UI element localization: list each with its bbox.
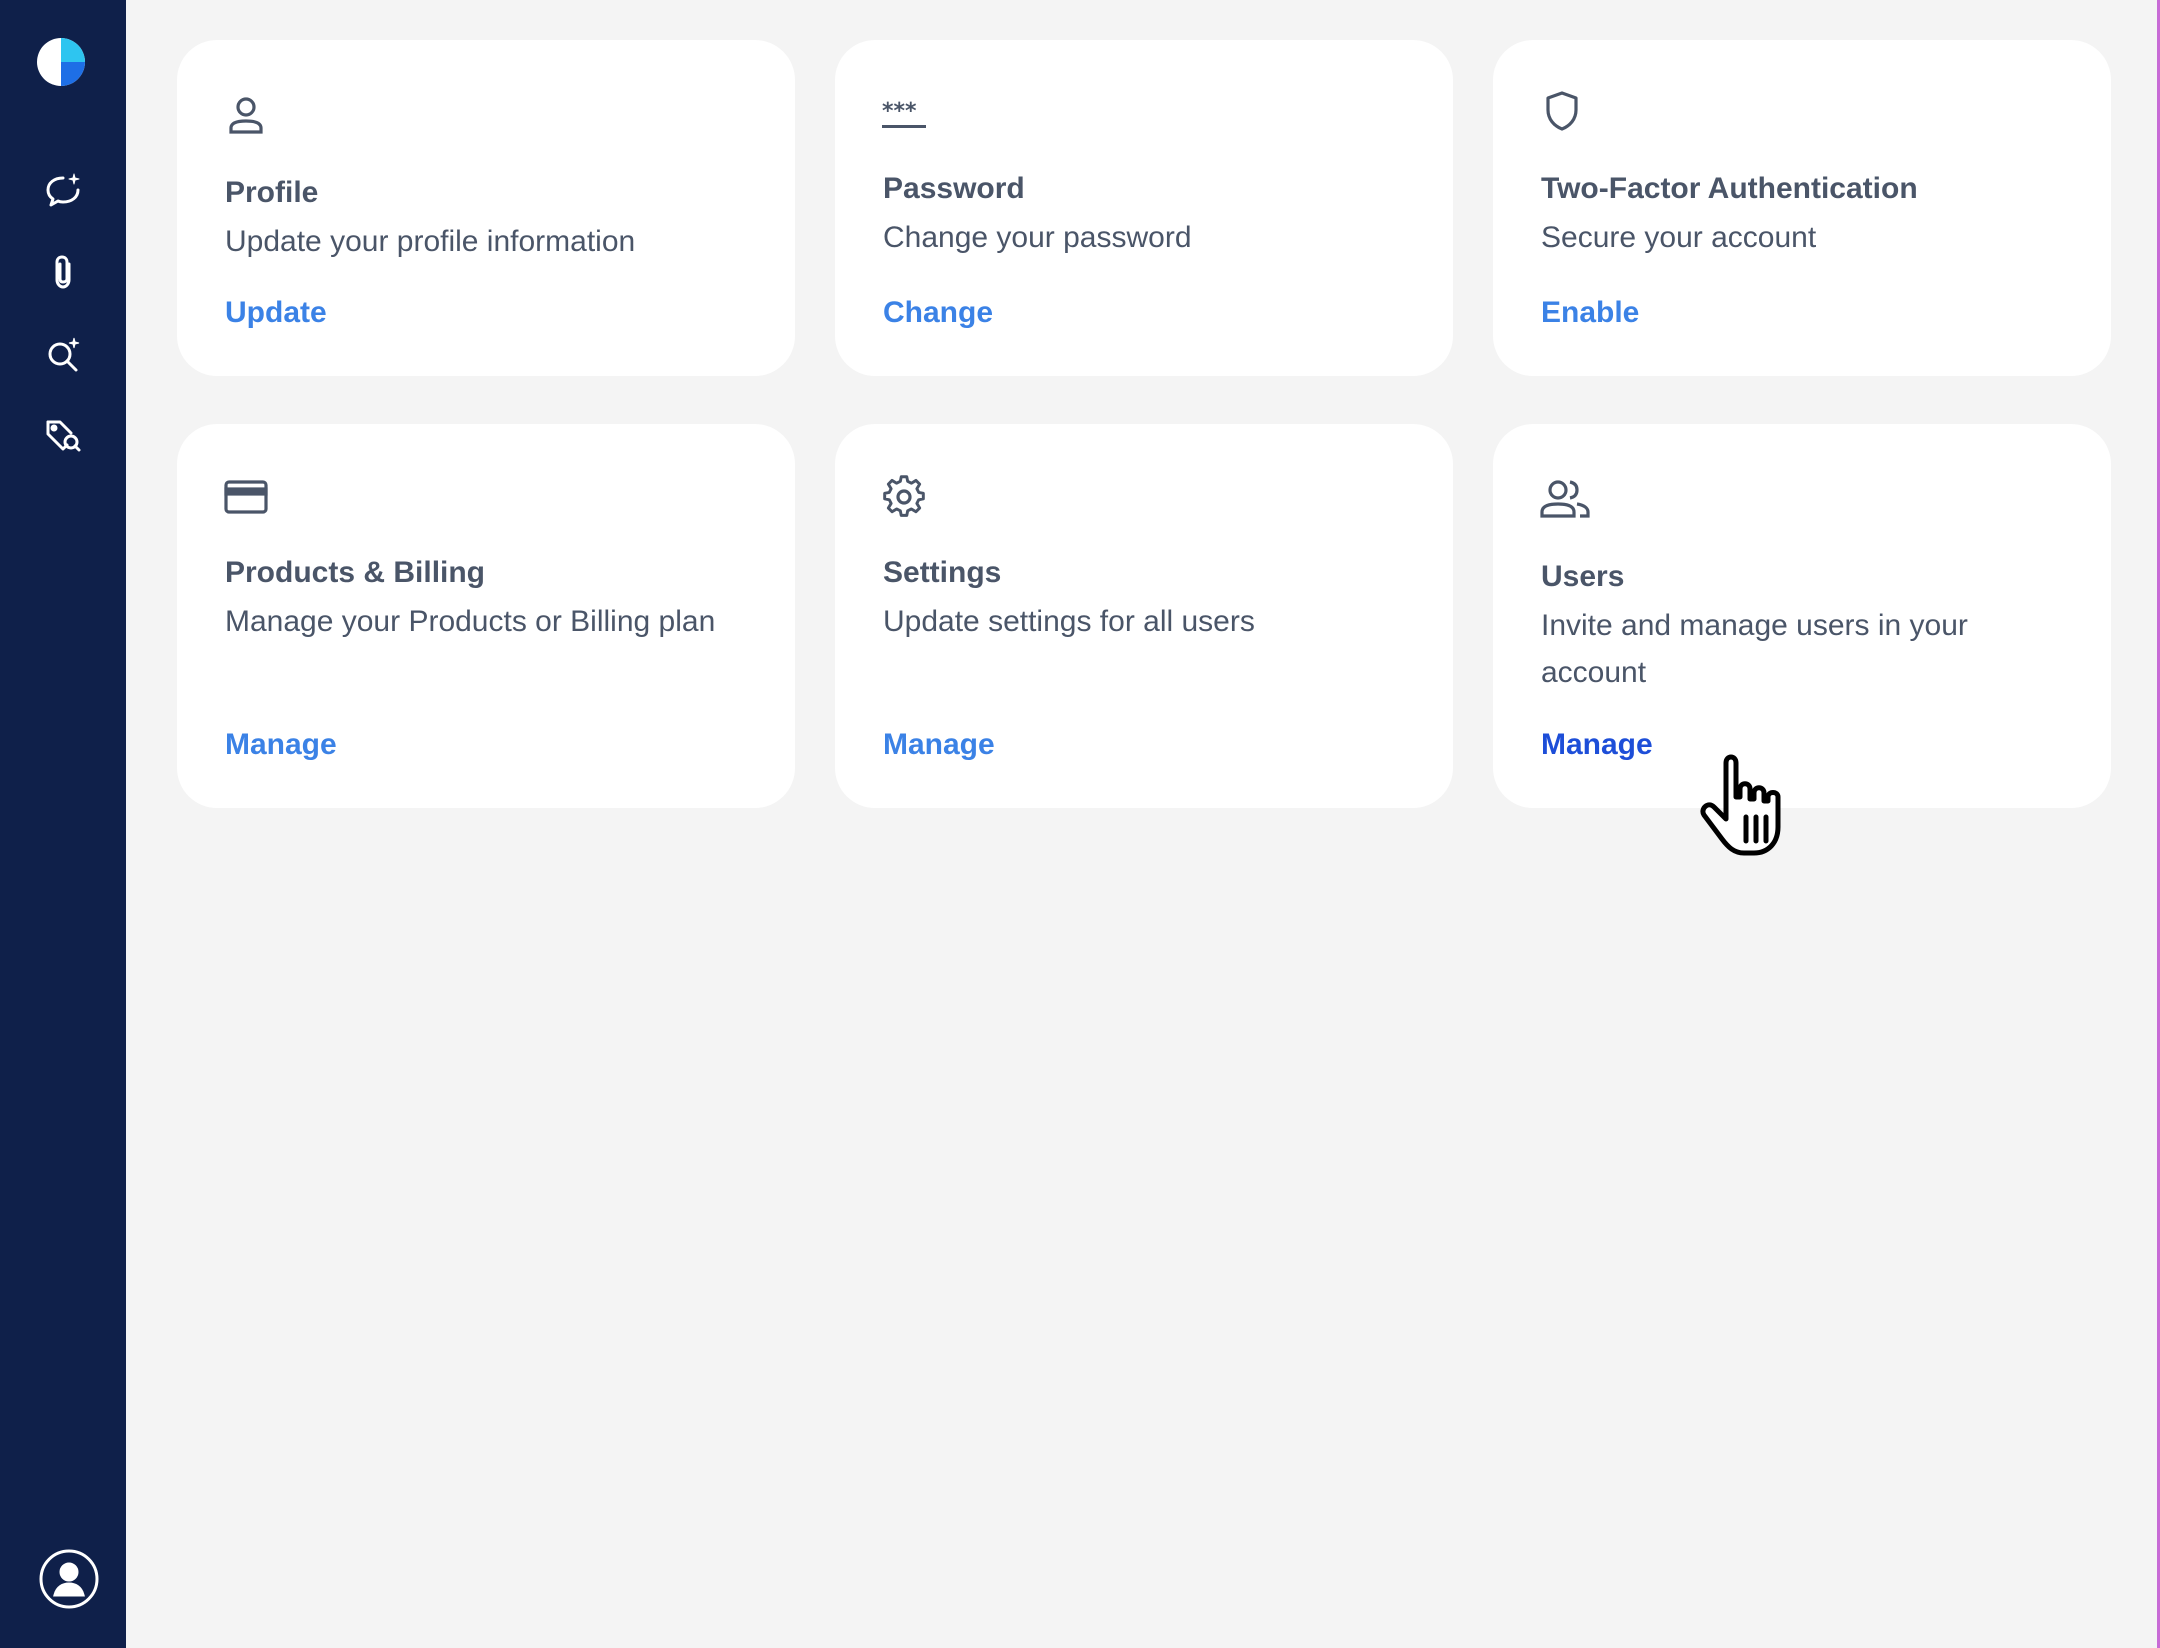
- sidebar: [0, 0, 126, 1648]
- search-sparkle-icon[interactable]: [36, 327, 90, 381]
- card-description: Secure your account: [1541, 221, 1817, 254]
- card-description: Update settings for all users: [883, 605, 1255, 638]
- paperclip-icon[interactable]: [36, 245, 90, 299]
- chat-sparkle-icon[interactable]: [36, 163, 90, 217]
- account-avatar-icon[interactable]: [38, 1548, 100, 1610]
- manage-settings-link[interactable]: Manage: [883, 728, 995, 762]
- main-content: Profile Update your profile information …: [126, 0, 2160, 1648]
- users-icon: [1540, 480, 1590, 518]
- card-title: Two-Factor Authentication: [1541, 172, 1918, 205]
- tag-search-icon[interactable]: [36, 409, 90, 463]
- manage-billing-link[interactable]: Manage: [225, 728, 337, 762]
- card-description: Invite and manage users in your account: [1541, 609, 1968, 689]
- card-description: Manage your Products or Billing plan: [225, 605, 716, 638]
- card-title: Products & Billing: [225, 556, 486, 589]
- shield-icon: [1546, 91, 1578, 131]
- password-icon: ***: [882, 99, 926, 128]
- person-icon: [229, 97, 263, 134]
- profile-card: Profile Update your profile information …: [177, 40, 795, 376]
- password-card: *** Password Change your password Change: [835, 40, 1453, 376]
- two-factor-card: Two-Factor Authentication Secure your ac…: [1493, 40, 2111, 376]
- card-title: Settings: [883, 556, 1002, 589]
- products-billing-card: Products & Billing Manage your Products …: [177, 424, 795, 808]
- card-description: Change your password: [883, 221, 1192, 254]
- card-title: Password: [883, 172, 1025, 205]
- update-profile-link[interactable]: Update: [225, 296, 327, 330]
- card-title: Profile: [225, 176, 319, 209]
- app-window: Profile Update your profile information …: [0, 0, 2160, 1648]
- card-description: Update your profile information: [225, 225, 636, 258]
- enable-two-factor-link[interactable]: Enable: [1541, 296, 1639, 330]
- change-password-link[interactable]: Change: [883, 296, 993, 330]
- svg-text:***: ***: [882, 99, 917, 124]
- manage-users-link[interactable]: Manage: [1541, 728, 1653, 762]
- gear-icon: [883, 475, 925, 517]
- credit-card-icon: [224, 480, 268, 514]
- settings-card: Settings Update settings for all users M…: [835, 424, 1453, 808]
- app-logo-icon[interactable]: [36, 37, 86, 87]
- users-card: Users Invite and manage users in your ac…: [1493, 424, 2111, 808]
- card-title: Users: [1541, 560, 1625, 593]
